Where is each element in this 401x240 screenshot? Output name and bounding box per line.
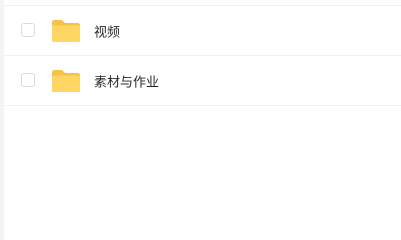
row-checkbox[interactable]: [21, 22, 35, 37]
file-name[interactable]: 素材与作业: [94, 71, 159, 90]
folder-icon: [51, 19, 81, 43]
file-browser: 视频 素材与作业: [0, 0, 401, 240]
file-row-materials[interactable]: 素材与作业: [4, 56, 401, 106]
row-checkbox[interactable]: [21, 72, 35, 87]
file-name[interactable]: 视频: [94, 21, 120, 40]
file-list: 视频 素材与作业: [4, 0, 401, 106]
folder-icon: [51, 69, 81, 93]
file-row-video[interactable]: 视频: [4, 6, 401, 56]
